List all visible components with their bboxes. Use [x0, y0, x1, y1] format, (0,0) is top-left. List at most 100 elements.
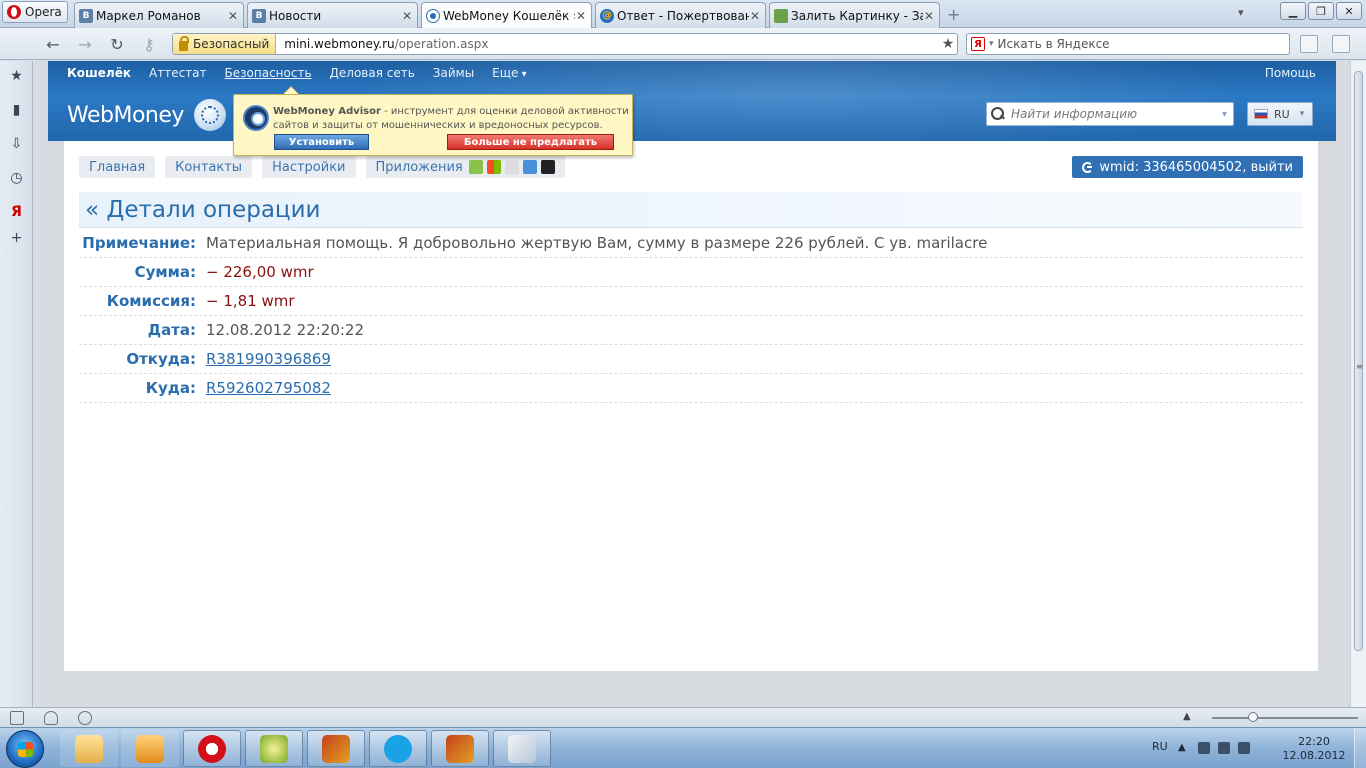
menu-more[interactable]: Еще: [492, 66, 526, 80]
tray-device-icon[interactable]: [1198, 742, 1210, 754]
address-bar[interactable]: Безопасный mini.webmoney.ru/operation.as…: [172, 33, 958, 55]
bookmark-star-icon[interactable]: ★: [939, 36, 957, 52]
network-signal-icon[interactable]: [1218, 742, 1230, 754]
minimize-icon[interactable]: ▁: [1280, 2, 1306, 20]
url-text[interactable]: mini.webmoney.ru/operation.aspx: [276, 37, 939, 51]
detail-value: − 226,00 wmr: [206, 263, 314, 281]
page-scrollbar[interactable]: [1350, 61, 1366, 707]
tab-list-chevron-icon[interactable]: ▾: [1238, 6, 1244, 19]
forward-icon[interactable]: →: [75, 34, 95, 54]
close-icon[interactable]: ✕: [401, 9, 413, 23]
wmid-logout-button[interactable]: wmid: 336465004502, выйти: [1072, 156, 1303, 178]
notes-icon[interactable]: ▮: [8, 101, 25, 118]
page-icon[interactable]: [1300, 35, 1318, 53]
show-desktop-button[interactable]: [1354, 728, 1366, 768]
language-selector[interactable]: RU ▾: [1247, 102, 1313, 126]
search-engine-dropdown-icon[interactable]: ▾: [989, 39, 994, 49]
menu-security[interactable]: Безопасность: [225, 66, 312, 80]
from-purse-link[interactable]: R381990396869: [206, 350, 331, 368]
tray-language[interactable]: RU: [1152, 740, 1168, 753]
opera-unite-cloud-icon[interactable]: [44, 711, 58, 725]
windows-icon[interactable]: [486, 160, 501, 174]
site-search-input[interactable]: Найти информацию ▾: [986, 102, 1234, 126]
close-icon[interactable]: ✕: [749, 9, 761, 23]
reload-icon[interactable]: ↻: [107, 34, 127, 54]
close-icon[interactable]: ✕: [227, 9, 239, 23]
panel-toggle-icon[interactable]: [10, 711, 24, 725]
taskbar-opera[interactable]: [183, 730, 241, 767]
secure-label: Безопасный: [193, 37, 270, 51]
subnav-settings[interactable]: Настройки: [262, 156, 356, 178]
tab-markel[interactable]: B Маркел Романов ✕: [74, 2, 244, 28]
mac-finder-icon[interactable]: [522, 160, 537, 174]
yandex-panel-icon[interactable]: Я: [8, 203, 25, 220]
to-purse-link[interactable]: R592602795082: [206, 379, 331, 397]
opera-menu-button[interactable]: Opera: [2, 1, 68, 23]
menu-attestat[interactable]: Аттестат: [149, 66, 207, 80]
taskbar-explorer[interactable]: [60, 730, 118, 767]
subnav-apps[interactable]: Приложения: [365, 156, 565, 178]
scrollbar-thumb[interactable]: [1354, 71, 1364, 651]
history-clock-icon[interactable]: ◷: [8, 169, 25, 186]
extensions-icon[interactable]: [1332, 35, 1350, 53]
chevron-down-icon[interactable]: ▾: [1222, 109, 1227, 120]
linux-penguin-icon[interactable]: [540, 160, 555, 174]
search-icon: [991, 107, 1005, 121]
clock-date: 12.08.2012: [1282, 749, 1346, 762]
tray-expand-icon[interactable]: ▲: [1178, 742, 1190, 754]
skype-icon: [384, 734, 412, 763]
close-icon[interactable]: ✕: [923, 9, 935, 23]
zoom-slider-knob[interactable]: [1248, 712, 1258, 722]
taskbar-game-1[interactable]: [307, 730, 365, 767]
tab-news[interactable]: B Новости ✕: [247, 2, 418, 28]
search-field[interactable]: Я ▾ Искать в Яндексе: [966, 33, 1290, 55]
security-badge[interactable]: Безопасный: [173, 34, 277, 54]
apple-icon[interactable]: [504, 160, 519, 174]
logout-icon: [1082, 161, 1094, 173]
add-panel-icon[interactable]: +: [8, 229, 25, 246]
webmoney-logo[interactable]: WebMoney К: [67, 99, 252, 131]
dont-offer-again-button[interactable]: Больше не предлагать: [447, 134, 614, 150]
turbo-icon[interactable]: [78, 711, 92, 725]
menu-loans[interactable]: Займы: [433, 66, 474, 80]
zoom-menu-icon[interactable]: ▲: [1183, 711, 1191, 722]
tab-answer[interactable]: @ Ответ - Пожертвован... ✕: [595, 2, 766, 28]
volume-icon[interactable]: [1238, 742, 1250, 754]
help-link[interactable]: Помощь: [1265, 66, 1316, 80]
new-tab-icon[interactable]: +: [947, 5, 960, 24]
taskbar-atom-app[interactable]: [245, 730, 303, 767]
page-title[interactable]: « Детали операции: [79, 192, 1303, 228]
menu-wallet[interactable]: Кошелёк: [67, 66, 131, 80]
android-icon[interactable]: [468, 160, 483, 174]
zoom-slider[interactable]: [1212, 717, 1358, 719]
opera-sidebar: ★ ▮ ⇩ ◷ Я +: [0, 61, 33, 707]
menu-business-network[interactable]: Деловая сеть: [330, 66, 415, 80]
detail-row-fee: Комиссия: − 1,81 wmr: [79, 287, 1303, 316]
page-viewport: Кошелёк Аттестат Безопасность Деловая се…: [34, 61, 1350, 707]
vk-icon: B: [252, 8, 266, 23]
maximize-icon[interactable]: ❐: [1308, 2, 1334, 20]
clock[interactable]: 22:20 12.08.2012: [1278, 735, 1350, 763]
mail-icon: @: [600, 8, 614, 23]
install-button[interactable]: Установить: [274, 134, 369, 150]
detail-row-from: Откуда: R381990396869: [79, 345, 1303, 374]
wand-key-icon[interactable]: ⚷: [139, 34, 159, 54]
back-icon[interactable]: ←: [43, 34, 63, 54]
subnav-contacts[interactable]: Контакты: [165, 156, 253, 178]
taskbar-skype[interactable]: [369, 730, 427, 767]
detail-row-amount: Сумма: − 226,00 wmr: [79, 258, 1303, 287]
downloads-icon[interactable]: ⇩: [8, 135, 25, 152]
start-button[interactable]: [6, 730, 44, 768]
tab-label: Маркел Романов: [96, 8, 201, 23]
bookmarks-star-icon[interactable]: ★: [8, 67, 25, 84]
close-icon[interactable]: ✕: [575, 9, 587, 23]
taskbar-paint[interactable]: [493, 730, 551, 767]
subnav-home[interactable]: Главная: [79, 156, 156, 178]
taskbar-media-player[interactable]: [121, 730, 179, 767]
detail-label: Примечание:: [82, 234, 196, 252]
taskbar-game-2[interactable]: [431, 730, 489, 767]
tab-webmoney[interactable]: WebMoney Кошелёк »... ✕: [421, 2, 592, 28]
close-window-icon[interactable]: ✕: [1336, 2, 1362, 20]
tab-upload-image[interactable]: Залить Картинку - Заг... ✕: [769, 2, 940, 28]
detail-row-date: Дата: 12.08.2012 22:20:22: [79, 316, 1303, 345]
